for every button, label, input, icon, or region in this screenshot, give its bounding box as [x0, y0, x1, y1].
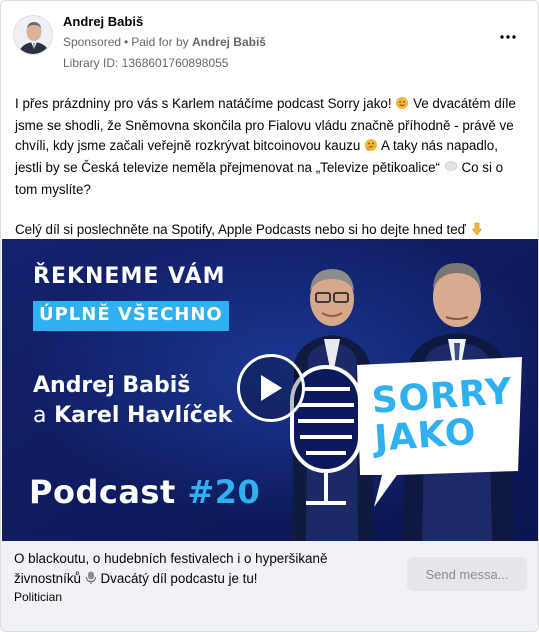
speech-bubble-emoji	[444, 160, 458, 180]
sponsored-label: Sponsored	[63, 35, 122, 49]
thumbnail-episode: Podcast #20	[29, 473, 260, 511]
sorry-jako-logo: SORRY JAKO	[370, 371, 514, 460]
page-name[interactable]: Andrej Babiš	[63, 14, 143, 29]
host-2-name: Karel Havlíček	[54, 403, 233, 428]
ad-card: Andrej Babiš Sponsored • Paid for by Andre…	[0, 0, 539, 632]
conjunction: a	[33, 403, 47, 428]
ad-footer: O blackoutu, o hudebních festivalech i o…	[1, 541, 538, 631]
post-text: I přes prázdniny pro vás s Karlem natáčí…	[15, 94, 525, 242]
separator: •	[124, 35, 129, 49]
text-segment: Celý díl si poslechněte na Spotify, Appl…	[15, 222, 466, 237]
thumbnail-host-2: a Karel Havlíček	[33, 403, 232, 428]
thumbnail-host-1: Andrej Babiš	[33, 373, 191, 398]
thinking-face-emoji	[364, 138, 378, 158]
avatar[interactable]	[13, 15, 53, 55]
play-button[interactable]	[237, 354, 305, 422]
page-category: Politician	[14, 590, 63, 604]
episode-number: #20	[187, 473, 261, 511]
paid-by-name: Andrej Babiš	[191, 35, 266, 49]
thumbnail-headline-2: ÚPLNĚ VŠECHNO	[33, 301, 229, 331]
send-message-button[interactable]: Send messa...	[407, 557, 527, 591]
link-caption: O blackoutu, o hudebních festivalech i o…	[14, 549, 394, 591]
library-id: Library ID: 1368601760898055	[63, 56, 229, 70]
post-header: Andrej Babiš Sponsored • Paid for by Andre…	[1, 1, 538, 81]
more-dots-icon	[500, 35, 516, 39]
play-icon	[261, 375, 282, 401]
logo-line-2: JAKO	[372, 411, 478, 460]
caption-text: Dvacátý díl podcastu je tu!	[100, 571, 258, 586]
thumbnail-headline-1: ŘEKNEME VÁM	[33, 264, 226, 289]
text-segment: I přes prázdniny pro vás s Karlem natáčí…	[15, 96, 392, 111]
paid-for-label: Paid for by	[131, 35, 189, 49]
more-options-button[interactable]	[496, 27, 520, 47]
podcast-word: Podcast	[29, 473, 176, 511]
post-paragraph-1: I přes prázdniny pro vás s Karlem natáčí…	[15, 94, 525, 200]
sponsored-line: Sponsored • Paid for by Andrej Babiš	[63, 35, 266, 49]
microphone-emoji	[85, 571, 97, 591]
sun-face-emoji	[395, 96, 409, 116]
